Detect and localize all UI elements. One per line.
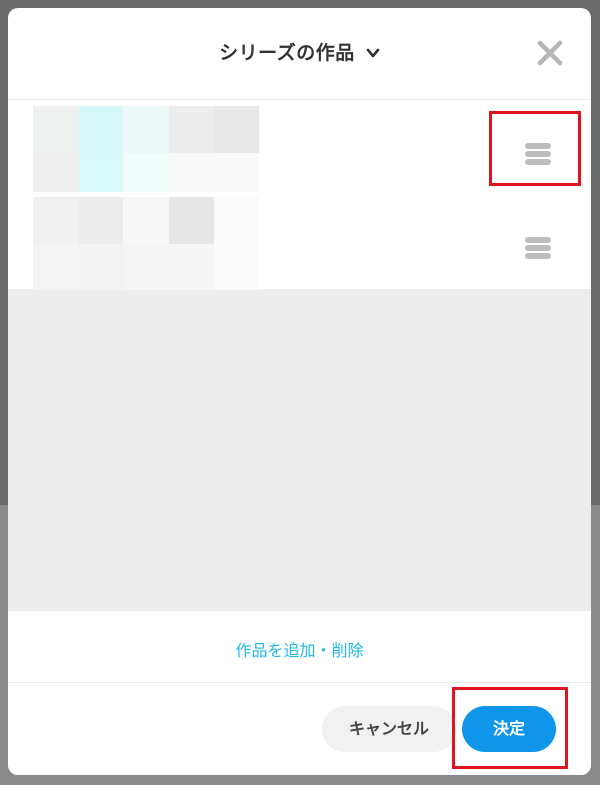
dialog-footer: キャンセル 決定 (8, 683, 591, 775)
add-remove-works-link[interactable]: 作品を追加・削除 (8, 637, 591, 661)
series-works-dialog: シリーズの作品 作品を追加・削除 キャンセル 決定 (8, 8, 591, 775)
work-thumbnail (33, 197, 259, 290)
dialog-title: シリーズの作品 (219, 42, 355, 64)
work-thumbnail (33, 106, 259, 199)
drag-handle-icon[interactable] (520, 230, 556, 266)
series-work-list (8, 101, 591, 611)
close-icon[interactable] (535, 38, 565, 68)
list-item[interactable] (8, 192, 591, 290)
cancel-button[interactable]: キャンセル (322, 706, 456, 752)
list-item[interactable] (8, 101, 591, 199)
add-remove-row: 作品を追加・削除 (8, 611, 591, 683)
confirm-button[interactable]: 決定 (462, 706, 556, 752)
drag-handle-icon[interactable] (520, 136, 556, 172)
series-dropdown[interactable]: シリーズの作品 (8, 38, 591, 65)
dialog-header: シリーズの作品 (8, 8, 591, 100)
chevron-down-icon (366, 48, 380, 57)
